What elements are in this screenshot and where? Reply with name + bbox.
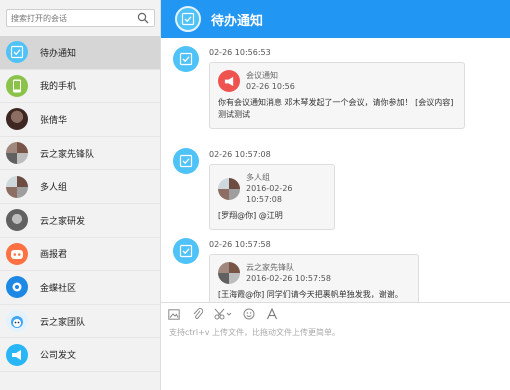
todo-check-icon (6, 41, 28, 64)
conversation-item-multi[interactable]: 多人组 (0, 170, 160, 204)
group-avatar (218, 177, 240, 200)
message-timestamp: 02-26 10:57:08 (209, 150, 271, 159)
phone-icon (6, 74, 28, 97)
message-card[interactable]: 会议通知 02-26 10:56 你有会议通知消息 邓木琴发起了一个会议，请你参… (209, 62, 465, 129)
group-avatar (6, 175, 28, 198)
card-sender: 会议通知 (246, 71, 278, 80)
message-timestamp: 02-26 10:57:58 (209, 240, 271, 249)
mascot-avatar (6, 310, 28, 333)
group-avatar (218, 262, 240, 284)
message-list[interactable]: 02-26 10:56:53 会议通知 02-26 10:56 你有会议通知消息… (161, 38, 510, 302)
conversation-label: 张倩华 (40, 115, 68, 126)
message-card[interactable]: 多人组 2016-02-26 10:57:08 [罗翔@你] @江明 (209, 164, 335, 230)
chat-header: 待办通知 (161, 0, 510, 38)
conversation-item-zhang[interactable]: 张倩华 (0, 103, 160, 137)
composer: 支持ctrl+v 上传文件，比拖动文件上传更简单。 (161, 302, 510, 390)
card-date: 2016-02-26 10:57:58 (246, 274, 331, 283)
group-avatar (6, 142, 28, 165)
message-timestamp: 02-26 10:56:53 (209, 48, 271, 57)
screenshot-icon[interactable] (213, 307, 233, 321)
card-sender: 云之家先锋队 (246, 263, 294, 272)
card-date: 2016-02-26 10:57:08 (246, 184, 293, 204)
conversation-item-pioneer[interactable]: 云之家先锋队 (0, 137, 160, 171)
conversation-item-team[interactable]: 云之家团队 (0, 305, 160, 339)
todo-check-icon (173, 148, 199, 174)
card-text: [王海霞@你] 同学们请今天把裹帆单独发我，谢谢。@ALL (218, 290, 403, 299)
user-avatar (6, 108, 28, 131)
conversation-label: 金蝶社区 (40, 283, 77, 294)
message-item: 02-26 10:56:53 会议通知 02-26 10:56 你有会议通知消息… (161, 38, 510, 138)
conversation-label: 云之家团队 (40, 317, 86, 328)
message-card[interactable]: 云之家先锋队 2016-02-26 10:57:58 [王海霞@你] 同学们请今… (209, 254, 419, 302)
image-icon[interactable] (167, 307, 181, 321)
composer-toolbar (161, 303, 510, 325)
search-icon[interactable] (137, 12, 149, 24)
emoji-icon[interactable] (242, 307, 256, 321)
chat-title: 待办通知 (211, 13, 264, 29)
font-icon[interactable] (265, 307, 279, 321)
megaphone-icon (6, 343, 28, 366)
conversation-label: 画报君 (40, 250, 68, 261)
community-avatar (6, 276, 28, 299)
group-avatar (6, 209, 28, 232)
conversation-label: 云之家先锋队 (40, 149, 95, 160)
todo-check-icon (173, 238, 199, 264)
message-item: 02-26 10:57:58 云之家先锋队 2016-02-26 10:57:5… (161, 230, 510, 302)
todo-check-icon (173, 46, 199, 72)
conversation-item-my-phone[interactable]: 我的手机 (0, 70, 160, 104)
conversation-item-rd[interactable]: 云之家研发 (0, 204, 160, 238)
card-text: 你有会议通知消息 邓木琴发起了一个会议，请你参加！ [会议内容]测试测试 (218, 98, 454, 119)
conversation-label: 云之家研发 (40, 216, 86, 227)
conversation-item-community[interactable]: 金蝶社区 (0, 271, 160, 305)
megaphone-icon (218, 70, 240, 92)
bot-avatar (6, 242, 28, 265)
message-item: 02-26 10:57:08 多人组 2016-02-26 10:57:08 [… (161, 140, 510, 230)
todo-check-icon (175, 6, 201, 32)
conversation-sidebar: 待办通知 我的手机 张倩华 云之家先锋队 多人组 云之家研发 (0, 0, 161, 390)
conversation-label: 公司发文 (40, 351, 77, 362)
card-text: [罗翔@你] @江明 (218, 211, 283, 220)
search-bar (0, 0, 160, 36)
card-date: 02-26 10:56 (246, 82, 295, 91)
composer-hint[interactable]: 支持ctrl+v 上传文件，比拖动文件上传更简单。 (161, 327, 510, 338)
conversation-item-pictorial[interactable]: 画报君 (0, 238, 160, 272)
conversation-label: 我的手机 (40, 82, 77, 93)
conversation-label: 待办通知 (40, 48, 77, 59)
attachment-icon[interactable] (190, 307, 204, 321)
search-input[interactable] (7, 10, 132, 26)
search-box[interactable] (6, 9, 155, 27)
conversation-label: 多人组 (40, 183, 68, 194)
conversation-item-todo[interactable]: 待办通知 (0, 36, 160, 70)
conversation-list: 待办通知 我的手机 张倩华 云之家先锋队 多人组 云之家研发 画报君 金蝶社区 … (0, 36, 160, 372)
card-sender: 多人组 (246, 173, 270, 182)
conversation-item-announcements[interactable]: 公司发文 (0, 338, 160, 372)
